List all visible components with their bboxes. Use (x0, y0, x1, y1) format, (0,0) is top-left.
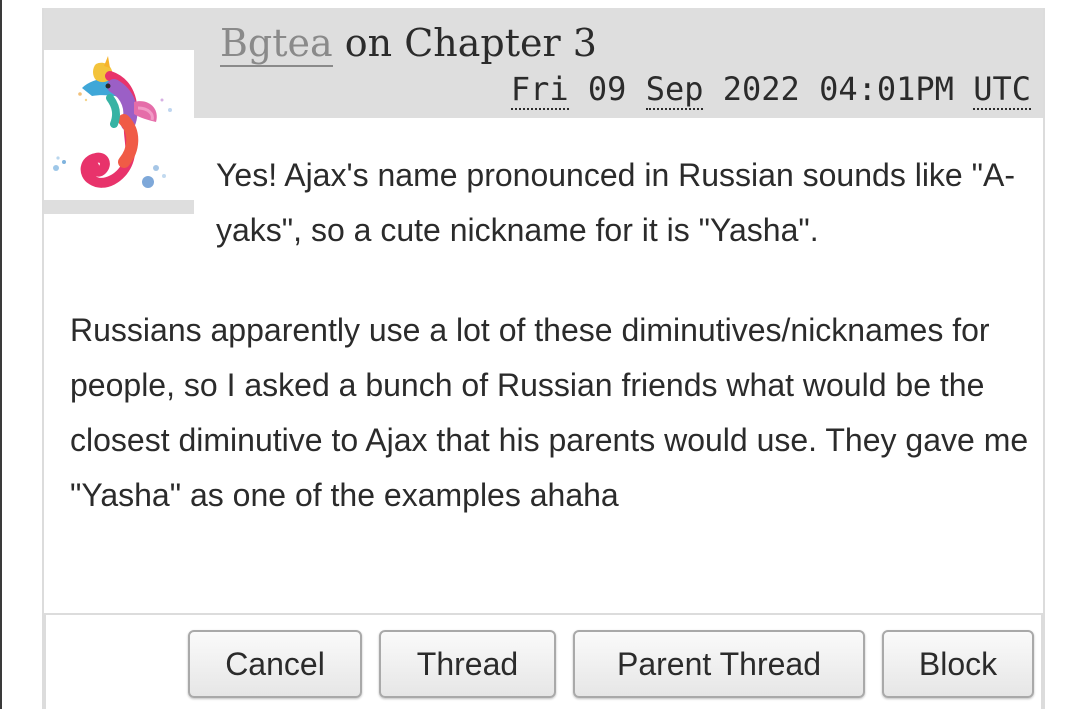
author-link[interactable]: Bgtea (220, 21, 333, 67)
timezone-abbr: UTC (973, 70, 1031, 110)
comment-card: Bgtea on Chapter 3 Fri 09 Sep 2022 04:01… (42, 8, 1045, 709)
time: 04:01PM (819, 70, 954, 108)
comment-byline: Bgtea on Chapter 3 (220, 20, 597, 67)
month-abbr: Sep (645, 70, 704, 110)
thread-button[interactable]: Thread (379, 630, 556, 698)
weekday-abbr: Fri (510, 70, 569, 110)
comment-paragraph: Russians apparently use a lot of these d… (70, 312, 1029, 513)
chapter-title: Chapter 3 (404, 21, 597, 65)
page: Bgtea on Chapter 3 Fri 09 Sep 2022 04:01… (0, 0, 1080, 709)
byline-on: on (344, 21, 393, 65)
block-button[interactable]: Block (882, 630, 1034, 698)
comment-body: Yes! Ajax's name pronounced in Russian s… (70, 148, 1030, 523)
day: 09 (587, 70, 627, 108)
parent-thread-button[interactable]: Parent Thread (573, 630, 865, 698)
cancel-button[interactable]: Cancel (188, 630, 362, 698)
year: 2022 (722, 70, 800, 108)
comment-paragraph: Yes! Ajax's name pronounced in Russian s… (216, 157, 1015, 248)
comment-datetime: Fri 09 Sep 2022 04:01PM UTC (510, 70, 1031, 110)
